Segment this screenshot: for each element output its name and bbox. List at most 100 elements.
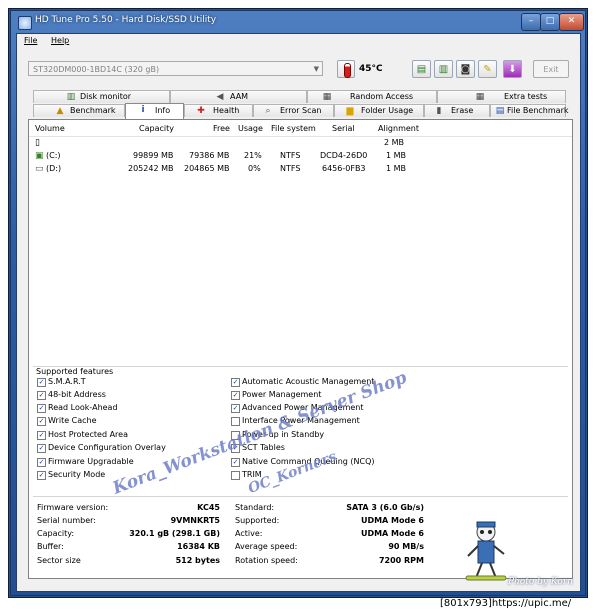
copy-screenshot-button[interactable]: ▥ xyxy=(434,60,453,78)
save-button[interactable]: ⬇ xyxy=(503,60,522,78)
cell-capacity: 205242 MB xyxy=(128,164,174,173)
cell-file-system: NTFS xyxy=(280,151,301,160)
feature-checkbox[interactable]: ✓ xyxy=(231,391,240,400)
tab-info[interactable]: i Info xyxy=(125,103,184,119)
temperature-button[interactable] xyxy=(337,60,355,78)
grid-icon: ▦ xyxy=(322,92,332,102)
info-value-sector-size: 512 bytes xyxy=(175,556,220,565)
cell-capacity: 99899 MB xyxy=(133,151,174,160)
cell-volume: (C:) xyxy=(46,151,61,160)
feature-checkbox[interactable]: ✓ xyxy=(37,444,46,453)
info-value-average-speed: 90 MB/s xyxy=(388,542,424,551)
tab-erase-label: Erase xyxy=(451,106,474,115)
feature-checkbox[interactable]: ✓ xyxy=(37,471,46,480)
dropdown-arrow-icon: ▼ xyxy=(313,65,319,73)
copy-text-button[interactable]: ▤ xyxy=(412,60,431,78)
info-key-average-speed: Average speed: xyxy=(235,542,298,551)
feature-checkbox[interactable]: ✓ xyxy=(37,458,46,467)
maximize-button[interactable]: □ xyxy=(540,13,560,31)
info-value-active: UDMA Mode 6 xyxy=(360,529,424,538)
title-bar: HD Tune Pro 5.50 - Hard Disk/SSD Utility… xyxy=(11,11,585,33)
tab-error-scan[interactable]: ⌕ Error Scan xyxy=(253,104,334,117)
tab-folder-usage[interactable]: ▆ Folder Usage xyxy=(334,104,424,117)
menu-file[interactable]: File xyxy=(24,36,37,45)
tab-random-access[interactable]: ▦ Random Access xyxy=(307,90,437,103)
table-row[interactable]: ▯ 2 MB xyxy=(29,138,554,151)
cell-free: 204865 MB xyxy=(184,164,230,173)
options-button[interactable]: ✎ xyxy=(478,60,497,78)
tab-extra-tests[interactable]: ▦ Extra tests xyxy=(437,90,566,103)
cell-free: 79386 MB xyxy=(189,151,230,160)
tab-error-scan-label: Error Scan xyxy=(280,106,322,115)
app-window: HD Tune Pro 5.50 - Hard Disk/SSD Utility… xyxy=(10,10,586,596)
folder-icon: ▆ xyxy=(346,106,354,116)
temperature-readout: 45°C xyxy=(359,64,383,74)
tab-aam[interactable]: ◀ AAM xyxy=(170,90,307,103)
volume-table-header: Volume Capacity Free Usage File system S… xyxy=(29,120,572,137)
save-arrow-icon: ⬇ xyxy=(508,64,517,75)
exit-button[interactable]: Exit xyxy=(533,60,569,78)
drive-select[interactable]: ST320DM000-1BD14C (320 gB) ▼ xyxy=(28,61,323,76)
column-volume[interactable]: Volume xyxy=(35,124,65,133)
tab-disk-monitor[interactable]: ▥ Disk monitor xyxy=(33,90,170,103)
info-panel: Volume Capacity Free Usage File system S… xyxy=(28,119,573,579)
menu-bar: File Help xyxy=(17,34,580,49)
info-key-buffer: Buffer: xyxy=(37,542,64,551)
options-icon: ✎ xyxy=(483,64,492,75)
table-row[interactable]: ▣ (C:) 99899 MB 79386 MB 21% NTFS DCD4-2… xyxy=(29,151,554,164)
feature-checkbox[interactable]: ✓ xyxy=(37,391,46,400)
info-value-buffer: 16384 KB xyxy=(177,542,220,551)
speaker-icon: ◀ xyxy=(216,92,224,102)
column-capacity[interactable]: Capacity xyxy=(139,124,174,133)
trash-icon: ▮ xyxy=(436,106,442,116)
tab-aam-label: AAM xyxy=(230,92,249,101)
info-key-sector-size: Sector size xyxy=(37,556,81,565)
camera-button[interactable]: ◙ xyxy=(456,60,475,78)
cell-serial: 6456-0FB3 xyxy=(322,164,366,173)
feature-checkbox[interactable]: ✓ xyxy=(37,404,46,413)
copy-screenshot-icon: ▥ xyxy=(438,64,449,75)
feature-label: Read Look-Ahead xyxy=(48,403,118,412)
feature-checkbox[interactable]: ✓ xyxy=(231,458,240,467)
camera-icon: ◙ xyxy=(460,64,471,75)
feature-label: S.M.A.R.T xyxy=(48,377,86,386)
tab-erase[interactable]: ▮ Erase xyxy=(424,104,490,117)
tab-benchmark[interactable]: ▲ Benchmark xyxy=(33,104,125,117)
column-free[interactable]: Free xyxy=(213,124,230,133)
minimize-button[interactable]: – xyxy=(521,13,541,31)
cell-serial: DCD4-26D0 xyxy=(320,151,368,160)
cell-alignment: 2 MB xyxy=(384,138,405,147)
benchmark-icon: ▲ xyxy=(56,106,64,116)
tab-extra-tests-label: Extra tests xyxy=(504,92,548,101)
menu-file-label: File xyxy=(24,36,38,45)
feature-checkbox[interactable] xyxy=(231,471,240,480)
table-row[interactable]: ▭ (D:) 205242 MB 204865 MB 0% NTFS 6456-… xyxy=(29,164,554,177)
close-button[interactable]: ✕ xyxy=(559,13,584,31)
app-icon xyxy=(18,16,32,30)
tab-file-benchmark[interactable]: ▤ File Benchmark xyxy=(490,104,569,117)
column-serial[interactable]: Serial xyxy=(332,124,355,133)
cell-volume: (D:) xyxy=(46,164,62,173)
photo-credit: Photo by Korn xyxy=(508,577,573,587)
feature-checkbox[interactable] xyxy=(231,417,240,426)
column-alignment[interactable]: Alignment xyxy=(378,124,419,133)
info-value-firmware: KC45 xyxy=(197,503,220,512)
magnifier-icon: ⌕ xyxy=(265,106,271,116)
feature-checkbox[interactable]: ✓ xyxy=(37,378,46,387)
mascot-logo xyxy=(465,521,507,581)
feature-label: Device Configuration Overlay xyxy=(48,443,166,452)
window-title: HD Tune Pro 5.50 - Hard Disk/SSD Utility xyxy=(35,15,217,25)
column-file-system[interactable]: File system xyxy=(271,124,316,133)
tab-health[interactable]: ✚ Health xyxy=(184,104,253,117)
feature-checkbox[interactable]: ✓ xyxy=(37,431,46,440)
image-source-footer: [801x793]https://upic.me/ xyxy=(440,598,572,609)
menu-help[interactable]: Help xyxy=(51,36,69,45)
info-key-firmware: Firmware version: xyxy=(37,503,109,512)
feature-checkbox[interactable]: ✓ xyxy=(37,417,46,426)
cell-alignment: 1 MB xyxy=(386,164,407,173)
column-usage[interactable]: Usage xyxy=(238,124,263,133)
feature-checkbox[interactable]: ✓ xyxy=(231,378,240,387)
copy-text-icon: ▤ xyxy=(416,64,427,75)
cell-usage: 0% xyxy=(248,164,261,173)
feature-checkbox[interactable]: ✓ xyxy=(231,404,240,413)
